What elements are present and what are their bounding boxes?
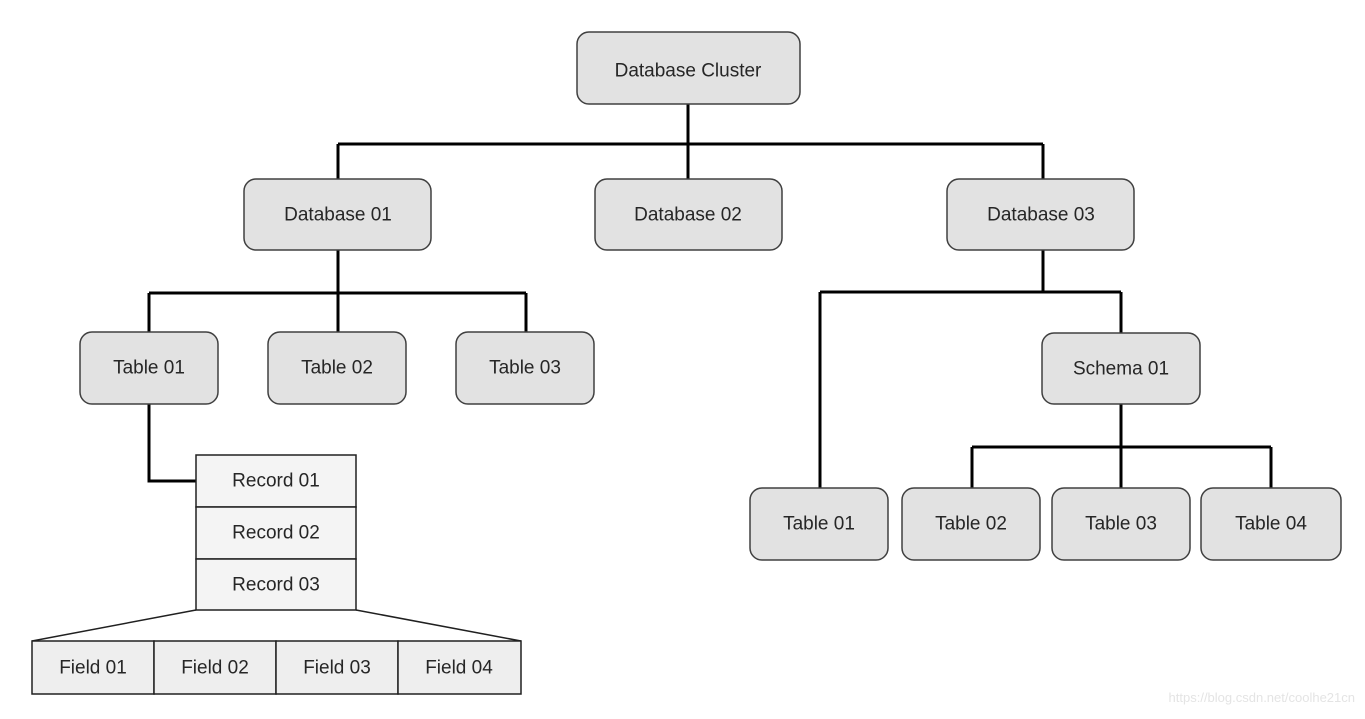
record-01[interactable]: Record 01 xyxy=(195,454,357,508)
field-label: Field 01 xyxy=(59,658,127,679)
connector-db01 xyxy=(147,250,528,333)
node-schema-table-02[interactable]: Table 02 xyxy=(901,487,1041,561)
node-label: Table 01 xyxy=(113,358,185,379)
field-03[interactable]: Field 03 xyxy=(275,640,399,695)
watermark: https://blog.csdn.net/coolhe21cn xyxy=(1168,690,1355,705)
node-label: Database 03 xyxy=(987,205,1095,226)
node-database-02[interactable]: Database 02 xyxy=(594,178,783,251)
node-database-01[interactable]: Database 01 xyxy=(243,178,432,251)
node-label: Table 02 xyxy=(301,358,373,379)
node-schema-table-03[interactable]: Table 03 xyxy=(1051,487,1191,561)
node-schema-01[interactable]: Schema 01 xyxy=(1041,332,1201,405)
connector-schema xyxy=(970,404,1273,488)
diagram-canvas: Database Cluster Database 01 Database 02… xyxy=(31,31,1342,695)
connector-root xyxy=(336,104,1045,180)
node-label: Database 02 xyxy=(634,205,742,226)
node-schema-table-04[interactable]: Table 04 xyxy=(1200,487,1342,561)
field-04[interactable]: Field 04 xyxy=(397,640,522,695)
node-db01-table-02[interactable]: Table 02 xyxy=(267,331,407,405)
record-03[interactable]: Record 03 xyxy=(195,558,357,611)
node-database-cluster[interactable]: Database Cluster xyxy=(576,31,801,105)
node-label: Table 03 xyxy=(1085,514,1157,535)
node-label: Table 04 xyxy=(1235,514,1307,535)
connector-table01-records xyxy=(147,404,196,483)
record-02[interactable]: Record 02 xyxy=(195,506,357,560)
node-label: Table 02 xyxy=(935,514,1007,535)
record-label: Record 01 xyxy=(232,471,320,492)
field-label: Field 03 xyxy=(303,658,371,679)
node-label: Table 01 xyxy=(783,514,855,535)
node-db01-table-03[interactable]: Table 03 xyxy=(455,331,595,405)
field-01[interactable]: Field 01 xyxy=(31,640,155,695)
node-db03-table-01[interactable]: Table 01 xyxy=(749,487,889,561)
field-label: Field 02 xyxy=(181,658,249,679)
field-02[interactable]: Field 02 xyxy=(153,640,277,695)
records-fields-expansion xyxy=(31,609,522,642)
node-label: Database 01 xyxy=(284,205,392,226)
node-label: Database Cluster xyxy=(615,61,762,82)
node-db01-table-01[interactable]: Table 01 xyxy=(79,331,219,405)
record-label: Record 03 xyxy=(232,575,320,596)
node-label: Schema 01 xyxy=(1073,359,1169,380)
field-label: Field 04 xyxy=(425,658,493,679)
node-label: Table 03 xyxy=(489,358,561,379)
node-database-03[interactable]: Database 03 xyxy=(946,178,1135,251)
record-label: Record 02 xyxy=(232,523,320,544)
